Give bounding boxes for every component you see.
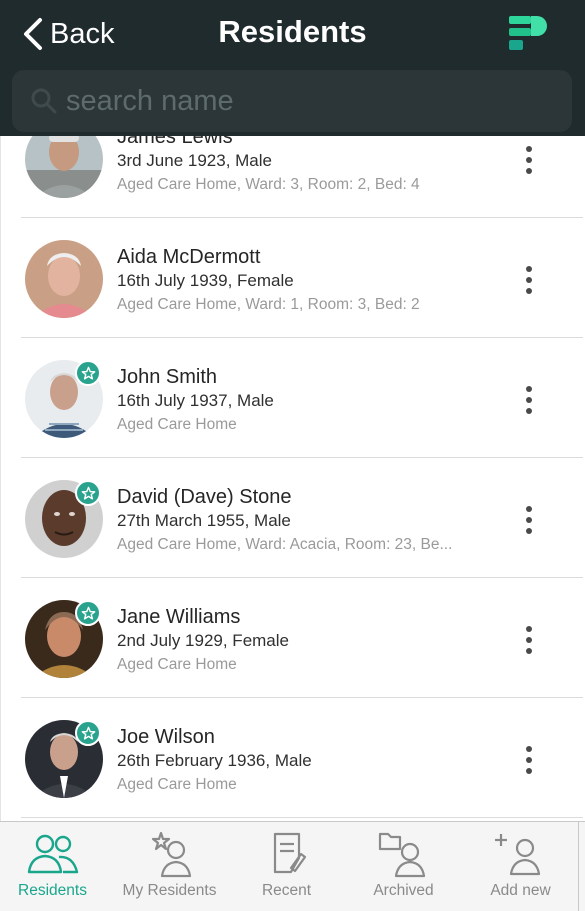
tab-label: Archived	[373, 882, 434, 899]
tab-label: Add new	[490, 882, 551, 899]
app-logo-icon	[509, 16, 547, 50]
resident-name: James Lewis	[117, 136, 233, 148]
resident-dob: 16th July 1937, Male	[117, 391, 274, 410]
resident-location: Aged Care Home	[117, 656, 237, 673]
nav-header: Back Residents	[0, 0, 585, 68]
recent-icon	[273, 832, 306, 874]
star-icon	[81, 486, 95, 500]
tab-residents[interactable]: Residents	[0, 830, 111, 908]
tab-archived[interactable]: Archived	[345, 830, 462, 908]
favorite-badge	[75, 360, 101, 386]
tab-my-residents[interactable]: My Residents	[111, 830, 228, 908]
chevron-left-icon	[24, 18, 42, 50]
resident-row[interactable]: James Lewis 3rd June 1923, Male Aged Car…	[21, 136, 583, 218]
tab-label: Recent	[261, 882, 312, 899]
resident-location: Aged Care Home, Ward: Acacia, Room: 23, …	[117, 536, 453, 553]
more-options-icon[interactable]	[519, 383, 539, 417]
add-new-icon	[494, 834, 540, 876]
favorite-badge	[75, 480, 101, 506]
more-options-icon[interactable]	[519, 743, 539, 777]
search-bar	[0, 68, 585, 136]
resident-location: Aged Care Home, Ward: 3, Room: 2, Bed: 4	[117, 176, 420, 193]
more-options-icon[interactable]	[519, 623, 539, 657]
resident-dob: 26th February 1936, Male	[117, 751, 312, 770]
resident-dob: 16th July 1939, Female	[117, 271, 294, 290]
favorite-badge	[75, 720, 101, 746]
app-screen: Back Residents James Lewis 3rd June 1923…	[0, 0, 585, 911]
my-residents-icon	[151, 831, 191, 878]
star-icon	[81, 366, 95, 380]
star-icon	[81, 606, 95, 620]
search-box	[12, 70, 572, 132]
resident-row[interactable]: Joe Wilson 26th February 1936, Male Aged…	[21, 698, 583, 818]
resident-row[interactable]: Jane Williams 2nd July 1929, Female Aged…	[21, 578, 583, 698]
star-icon	[81, 726, 95, 740]
resident-row[interactable]: Aida McDermott 16th July 1939, Female Ag…	[21, 218, 583, 338]
resident-row[interactable]: John Smith 16th July 1937, Male Aged Car…	[21, 338, 583, 458]
more-options-icon[interactable]	[519, 143, 539, 177]
search-icon	[31, 88, 57, 114]
resident-name: John Smith	[117, 366, 218, 388]
resident-dob: 3rd June 1923, Male	[117, 151, 272, 170]
tab-add-new[interactable]: Add new	[462, 830, 579, 908]
resident-dob: 27th March 1955, Male	[117, 511, 291, 530]
residents-icon	[27, 834, 78, 874]
tab-label: My Residents	[122, 882, 217, 899]
archived-icon	[378, 832, 425, 878]
resident-row[interactable]: David (Dave) Stone 27th March 1955, Male…	[21, 458, 583, 578]
resident-dob: 2nd July 1929, Female	[117, 631, 289, 650]
more-options-icon[interactable]	[519, 263, 539, 297]
resident-location: Aged Care Home	[117, 776, 237, 793]
back-label: Back	[50, 17, 115, 50]
resident-location: Aged Care Home, Ward: 1, Room: 3, Bed: 2	[117, 296, 420, 313]
back-button[interactable]: Back	[22, 14, 114, 54]
favorite-badge	[75, 600, 101, 626]
resident-name: David (Dave) Stone	[117, 486, 292, 508]
residents-list: James Lewis 3rd June 1923, Male Aged Car…	[0, 136, 585, 821]
avatar	[25, 136, 103, 198]
resident-location: Aged Care Home	[117, 416, 237, 433]
search-input[interactable]	[66, 78, 546, 124]
resident-name: Jane Williams	[117, 606, 241, 628]
tab-recent[interactable]: Recent	[228, 830, 345, 908]
resident-name: Aida McDermott	[117, 246, 261, 268]
tab-label: Residents	[18, 882, 87, 899]
resident-name: Joe Wilson	[117, 726, 215, 748]
avatar	[25, 240, 103, 318]
bottom-tab-bar: Residents My Residents Recent Archived A…	[0, 821, 585, 911]
more-options-icon[interactable]	[519, 503, 539, 537]
